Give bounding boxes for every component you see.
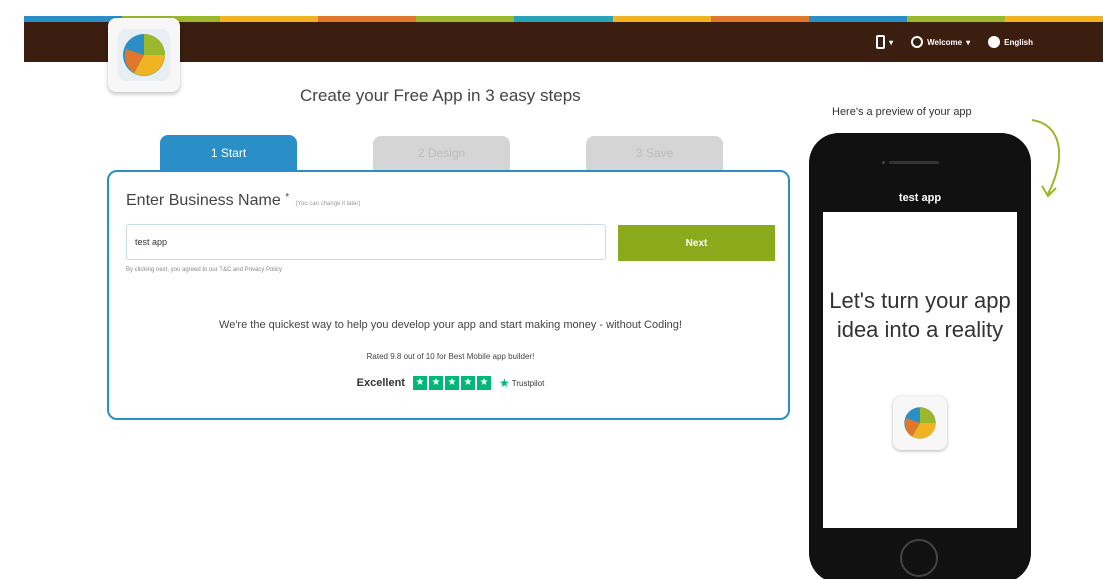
trustpilot-star-icon: ★: [498, 376, 510, 390]
star-rating: ★ ★ ★ ★ ★: [412, 376, 491, 390]
app-icon: [893, 396, 947, 450]
star-icon: ★: [428, 376, 443, 390]
top-navbar: ▾ Welcome ▾ English: [24, 22, 1103, 62]
terms-text: By clicking next, you agreed to our T&C …: [126, 267, 282, 273]
trust-word: Excellent: [356, 377, 405, 389]
app-title-bar: test app: [823, 185, 1017, 211]
page-headline: Create your Free App in 3 easy steps: [300, 86, 581, 105]
rating-text: Rated 9.8 out of 10 for Best Mobile app …: [366, 352, 535, 361]
field-hint: (You can change it later): [295, 201, 361, 207]
chevron-down-icon: ▾: [966, 37, 971, 47]
language-label: English: [1004, 37, 1033, 47]
required-mark: *: [285, 192, 290, 203]
device-menu[interactable]: ▾: [876, 35, 893, 49]
phone-preview: test app Let's turn your app idea into a…: [809, 133, 1031, 579]
brand-logo[interactable]: [108, 18, 180, 92]
pie-logo-icon: [118, 29, 170, 81]
pitch-text: We're the quickest way to help you devel…: [219, 319, 682, 331]
language-menu[interactable]: English: [988, 36, 1033, 48]
preview-tagline: Let's turn your app idea into a reality: [829, 288, 1011, 342]
navbar-actions: ▾ Welcome ▾ English: [876, 22, 1033, 62]
phone-screen: Let's turn your app idea into a reality: [823, 212, 1017, 528]
user-icon: [911, 36, 924, 48]
globe-icon: [988, 36, 1001, 48]
curved-arrow-icon: [1031, 119, 1061, 198]
star-icon: ★: [460, 376, 475, 390]
trustpilot-badge: Excellent ★ ★ ★ ★ ★ ★ Trustpilot: [109, 376, 792, 390]
trustpilot-logo: ★ Trustpilot: [499, 376, 544, 390]
field-label: Enter Business Name: [126, 192, 281, 209]
star-icon: ★: [412, 376, 427, 390]
star-icon: ★: [444, 376, 459, 390]
welcome-label: Welcome: [927, 37, 963, 47]
app-builder-page: ▾ Welcome ▾ English Create your Free App…: [0, 0, 1103, 579]
camera-icon: [882, 161, 885, 164]
step-tab-design[interactable]: 2 Design: [373, 136, 510, 170]
welcome-menu[interactable]: Welcome ▾: [911, 36, 970, 48]
business-name-card: Enter Business Name * (You can change it…: [107, 170, 790, 420]
business-name-input[interactable]: [126, 224, 606, 260]
next-button[interactable]: Next: [618, 225, 775, 261]
speaker-grille: [889, 161, 939, 164]
step-tab-start[interactable]: 1 Start: [160, 135, 297, 171]
star-icon: ★: [476, 376, 491, 390]
trustpilot-brand: Trustpilot: [511, 378, 545, 388]
business-name-label: Enter Business Name * (You can change it…: [126, 192, 360, 210]
preview-label: Here's a preview of your app: [832, 106, 972, 118]
step-tab-save[interactable]: 3 Save: [586, 136, 723, 170]
chevron-down-icon: ▾: [889, 37, 894, 47]
mobile-icon: [876, 35, 886, 49]
home-button: [900, 539, 938, 577]
pie-logo-icon: [904, 407, 936, 439]
